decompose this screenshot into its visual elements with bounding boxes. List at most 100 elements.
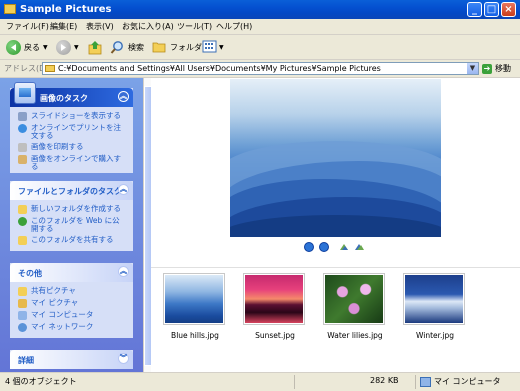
thumbnail-label: Water lilies.jpg — [327, 331, 383, 340]
place-label: 共有ピクチャ — [31, 286, 76, 295]
file-tasks-header[interactable]: ファイルとフォルダのタスク ︽ — [10, 181, 133, 200]
object-count: 4 個のオブジェクト — [5, 377, 77, 386]
collapse-chevron-icon[interactable]: ︽ — [118, 91, 129, 102]
folders-button[interactable]: フォルダ — [152, 39, 202, 55]
menu-edit[interactable]: 編集(E) — [50, 21, 77, 32]
toolbar: 戻る ▼ ▼ 検索 フォルダ ▼ — [0, 35, 520, 60]
printer-icon — [18, 143, 27, 152]
other-places-header[interactable]: その他 ︽ — [10, 263, 133, 282]
views-button[interactable]: ▼ — [202, 39, 224, 55]
file-tasks-title: ファイルとフォルダのタスク — [18, 187, 122, 196]
place-label: マイ コンピュータ — [31, 310, 94, 319]
address-bar: アドレス(D) C:¥Documents and Settings¥All Us… — [0, 60, 520, 78]
new-folder-icon — [18, 205, 27, 214]
explorer-window: Sample Pictures _ □ × ファイル(F) 編集(E) 表示(V… — [0, 0, 520, 391]
picture-tasks-panel: 画像のタスク ︽ スライドショーを表示する オンラインでプリントを注文する 画像… — [10, 82, 133, 173]
image-preview — [230, 79, 441, 237]
other-places-title: その他 — [18, 269, 42, 278]
other-places-panel: その他 ︽ 共有ピクチャ マイ ピクチャ マイ コンピュータ マイ ネットワーク — [10, 263, 133, 338]
thumbnail-label: Winter.jpg — [415, 331, 455, 340]
search-label: 検索 — [128, 42, 144, 52]
filmstrip-view: Blue hills.jpg Sunset.jpg Water lilies.j… — [151, 78, 520, 372]
collapse-chevron-icon[interactable]: ︽ — [118, 266, 129, 277]
place-my-pictures[interactable]: マイ ピクチャ — [18, 299, 127, 308]
task-slideshow[interactable]: スライドショーを表示する — [18, 112, 127, 121]
menu-help[interactable]: ヘルプ(H) — [216, 21, 252, 32]
globe-icon — [18, 124, 27, 133]
up-folder-button[interactable] — [88, 39, 103, 55]
task-label: 新しいフォルダを作成する — [31, 204, 121, 213]
back-label: 戻る — [24, 42, 40, 52]
folder-icon — [4, 4, 16, 14]
details-title: 詳細 — [18, 356, 34, 365]
thumbnail-sunset[interactable]: Sunset.jpg — [243, 273, 307, 340]
thumbnail-winter[interactable]: Winter.jpg — [403, 273, 467, 340]
menu-favorites[interactable]: お気に入り(A) — [122, 21, 174, 32]
task-label: オンラインでプリントを注文する — [31, 123, 121, 140]
address-value: C:¥Documents and Settings¥All Users¥Docu… — [58, 64, 381, 73]
rotate-clockwise-icon[interactable] — [339, 243, 350, 251]
total-size: 282 KB — [370, 376, 399, 385]
expand-chevron-icon[interactable]: ︾ — [118, 353, 129, 364]
place-my-computer[interactable]: マイ コンピュータ — [18, 311, 127, 320]
task-buy-online[interactable]: 画像をオンラインで購入する — [18, 155, 127, 171]
forward-dropdown-icon[interactable]: ▼ — [74, 44, 79, 51]
task-label: スライドショーを表示する — [31, 111, 121, 120]
thumbnail-frame — [243, 273, 305, 325]
place-my-network[interactable]: マイ ネットワーク — [18, 323, 127, 332]
menu-bar: ファイル(F) 編集(E) 表示(V) お気に入り(A) ツール(T) ヘルプ(… — [0, 19, 520, 50]
task-order-prints[interactable]: オンラインでプリントを注文する — [18, 124, 127, 140]
share-folder-icon — [18, 236, 27, 245]
up-folder-icon — [88, 40, 102, 54]
collapse-chevron-icon[interactable]: ︽ — [118, 184, 129, 195]
views-dropdown-icon: ▼ — [219, 43, 224, 51]
file-tasks-panel: ファイルとフォルダのタスク ︽ 新しいフォルダを作成する このフォルダを Web… — [10, 181, 133, 251]
thumbnail-frame — [323, 273, 385, 325]
forward-button[interactable]: ▼ — [56, 39, 79, 55]
my-pictures-icon — [18, 299, 27, 308]
rotate-counterclockwise-icon[interactable] — [354, 243, 365, 251]
thumbnail-blue-hills[interactable]: Blue hills.jpg — [163, 273, 227, 340]
status-location: マイ コンピュータ — [434, 377, 501, 386]
task-publish-web[interactable]: このフォルダを Web に公開する — [18, 217, 127, 233]
menu-file[interactable]: ファイル(F) — [6, 21, 49, 32]
slideshow-icon — [18, 112, 27, 121]
my-computer-icon — [18, 311, 27, 320]
task-label: 画像を印刷する — [31, 142, 84, 151]
close-button[interactable]: × — [501, 2, 516, 17]
details-header[interactable]: 詳細 ︾ — [10, 350, 133, 369]
menu-tools[interactable]: ツール(T) — [177, 21, 212, 32]
task-new-folder[interactable]: 新しいフォルダを作成する — [18, 205, 127, 214]
folder-icon — [45, 65, 55, 72]
task-print[interactable]: 画像を印刷する — [18, 143, 127, 152]
maximize-button[interactable]: □ — [484, 2, 499, 17]
minimize-button[interactable]: _ — [467, 2, 482, 17]
menu-view[interactable]: 表示(V) — [86, 21, 114, 32]
thumbnail-label: Sunset.jpg — [255, 331, 295, 340]
back-button[interactable]: 戻る ▼ — [6, 39, 48, 55]
go-label: 移動 — [495, 64, 511, 73]
previous-image-button[interactable] — [304, 242, 314, 252]
address-input[interactable]: C:¥Documents and Settings¥All Users¥Docu… — [42, 62, 479, 75]
search-button[interactable]: 検索 — [110, 39, 144, 55]
folders-label: フォルダ — [170, 42, 202, 52]
task-label: このフォルダを Web に公開する — [31, 216, 120, 233]
thumbnail-strip: Blue hills.jpg Sunset.jpg Water lilies.j… — [151, 267, 520, 373]
next-image-button[interactable] — [319, 242, 329, 252]
task-label: このフォルダを共有する — [31, 235, 114, 244]
task-share-folder[interactable]: このフォルダを共有する — [18, 236, 127, 245]
details-panel: 詳細 ︾ — [10, 350, 133, 369]
publish-web-icon — [18, 217, 27, 226]
back-dropdown-icon[interactable]: ▼ — [43, 44, 48, 51]
go-button[interactable]: ➔ 移動 — [482, 63, 511, 74]
thumbnail-water-lilies[interactable]: Water lilies.jpg — [323, 273, 387, 340]
place-shared-pictures[interactable]: 共有ピクチャ — [18, 287, 127, 296]
place-label: マイ ネットワーク — [31, 322, 94, 331]
window-title: Sample Pictures — [20, 4, 112, 15]
picture-tasks-header[interactable]: 画像のタスク ︽ — [10, 82, 133, 107]
status-bar: 4 個のオブジェクト 282 KB マイ コンピュータ — [0, 372, 520, 391]
back-arrow-icon — [6, 39, 21, 55]
title-bar[interactable]: Sample Pictures _ □ × — [0, 0, 520, 19]
address-dropdown-icon[interactable]: ▼ — [467, 63, 478, 74]
shopping-icon — [18, 155, 27, 164]
